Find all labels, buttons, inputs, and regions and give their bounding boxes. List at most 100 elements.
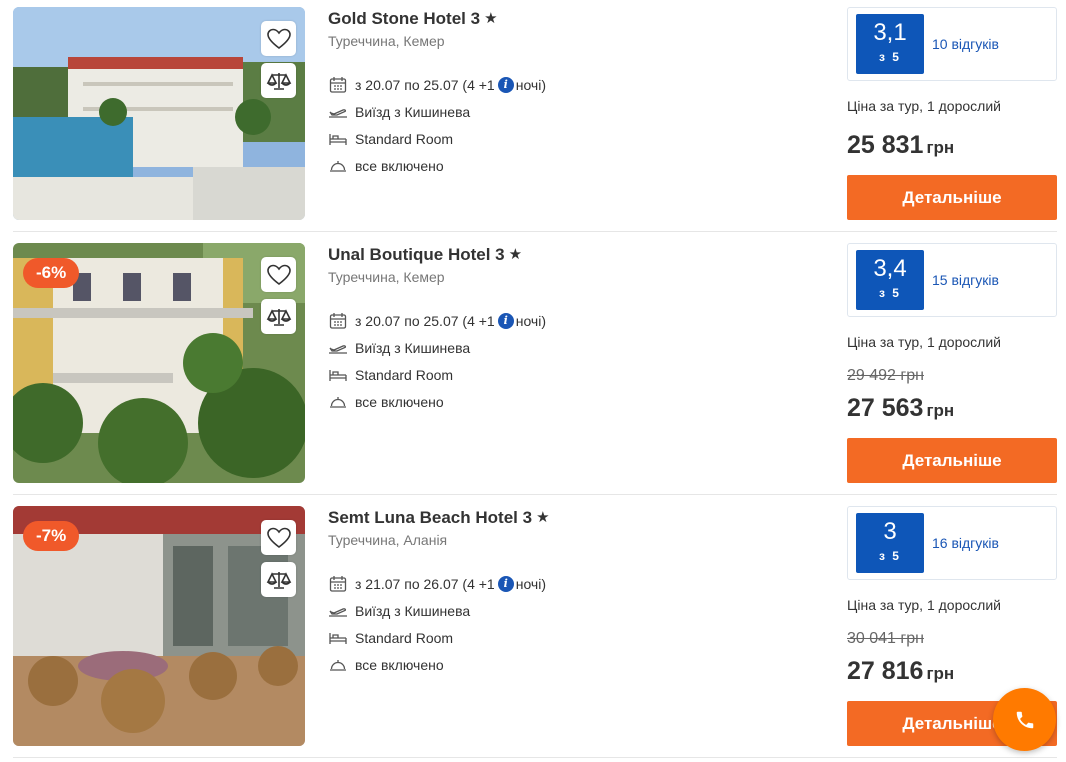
- dates-line: з 20.07 по 25.07 (4 +1 i ночі): [328, 307, 808, 334]
- price-currency: грн: [926, 401, 955, 420]
- meal-line: все включено: [328, 651, 808, 678]
- meal-line: все включено: [328, 152, 808, 179]
- calendar-icon: [328, 76, 348, 94]
- bed-icon: [328, 130, 348, 148]
- compare-button[interactable]: [261, 562, 296, 597]
- old-price: 30 041 грн: [847, 630, 924, 647]
- details-button[interactable]: Детальніше: [847, 175, 1057, 220]
- price: 25 831 грн: [847, 131, 954, 160]
- price-value: 27 816: [847, 657, 924, 685]
- dates-text: з 20.07 по 25.07 (4 +1: [355, 76, 495, 93]
- rating-value: 3: [883, 518, 897, 545]
- room-text: Standard Room: [355, 130, 454, 147]
- dates-line: з 20.07 по 25.07 (4 +1 i ночі): [328, 71, 808, 98]
- hotel-photo[interactable]: -6%: [13, 243, 305, 483]
- rating-value: 3,1: [873, 19, 907, 46]
- reviews-link[interactable]: 15 відгуків: [932, 272, 999, 288]
- departure-line: Виїзд з Кишинева: [328, 597, 808, 624]
- rating-scale: з 5: [879, 50, 901, 64]
- heart-icon: [266, 28, 291, 49]
- departure-line: Виїзд з Кишинева: [328, 98, 808, 125]
- room-line: Standard Room: [328, 125, 808, 152]
- room-text: Standard Room: [355, 629, 454, 646]
- favorite-button[interactable]: [261, 257, 296, 292]
- hotel-name[interactable]: Gold Stone Hotel 3: [328, 7, 480, 31]
- reviews-link[interactable]: 10 відгуків: [932, 36, 999, 52]
- heart-icon: [266, 264, 291, 285]
- departure-line: Виїзд з Кишинева: [328, 334, 808, 361]
- price-value: 27 563: [847, 394, 924, 422]
- heart-icon: [266, 527, 291, 548]
- rating-score: 3,4 з 5: [856, 250, 924, 310]
- bed-icon: [328, 366, 348, 384]
- price-currency: грн: [926, 664, 955, 683]
- departure-text: Виїзд з Кишинева: [355, 339, 471, 356]
- price-currency: грн: [926, 138, 955, 157]
- compare-scales-icon: [266, 72, 291, 90]
- rating-scale: з 5: [879, 549, 901, 563]
- rating-box[interactable]: 3,4 з 5 15 відгуків: [847, 243, 1057, 317]
- meal-text: все включено: [355, 157, 444, 174]
- calendar-icon: [328, 575, 348, 593]
- nights-text: ночі): [515, 76, 546, 93]
- star-icon: ★: [484, 10, 498, 27]
- price-value: 25 831: [847, 131, 924, 159]
- rating-value: 3,4: [873, 255, 907, 282]
- rating-scale: з 5: [879, 286, 901, 300]
- plane-icon: [328, 602, 348, 620]
- card-divider: [13, 494, 1057, 495]
- rating-score: 3,1 з 5: [856, 14, 924, 74]
- compare-scales-icon: [266, 308, 291, 326]
- rating-box[interactable]: 3,1 з 5 10 відгуків: [847, 7, 1057, 81]
- food-cloche-icon: [328, 393, 348, 411]
- hotel-photo[interactable]: -7%: [13, 506, 305, 746]
- dates-line: з 21.07 по 26.07 (4 +1 i ночі): [328, 570, 808, 597]
- phone-icon: [1016, 711, 1033, 728]
- bed-icon: [328, 629, 348, 647]
- info-icon[interactable]: i: [497, 575, 514, 592]
- details-button[interactable]: Детальніше: [847, 438, 1057, 483]
- hotel-location: Туреччина, Аланія: [328, 532, 448, 548]
- nights-text: ночі): [515, 312, 546, 329]
- old-price: 29 492 грн: [847, 367, 924, 384]
- nights-text: ночі): [515, 575, 546, 592]
- rating-box[interactable]: 3 з 5 16 відгуків: [847, 506, 1057, 580]
- call-button[interactable]: [993, 688, 1056, 751]
- meal-text: все включено: [355, 656, 444, 673]
- favorite-button[interactable]: [261, 520, 296, 555]
- plane-icon: [328, 103, 348, 121]
- reviews-link[interactable]: 16 відгуків: [932, 535, 999, 551]
- hotel-info: Unal Boutique Hotel 3 ★ Туреччина, Кемер…: [328, 243, 808, 415]
- favorite-button[interactable]: [261, 21, 296, 56]
- card-divider: [13, 231, 1057, 232]
- meal-line: все включено: [328, 388, 808, 415]
- hotel-info: Semt Luna Beach Hotel 3 ★ Туреччина, Ала…: [328, 506, 808, 678]
- rating-score: 3 з 5: [856, 513, 924, 573]
- hotel-card: -7% Semt Luna Beach Hotel 3 ★ Туреччина,…: [13, 506, 1057, 758]
- hotel-info: Gold Stone Hotel 3 ★ Туреччина, Кемер з …: [328, 7, 808, 179]
- compare-button[interactable]: [261, 63, 296, 98]
- info-icon[interactable]: i: [497, 76, 514, 93]
- price: 27 816 грн: [847, 657, 954, 686]
- star-icon: ★: [508, 246, 523, 263]
- price-label: Ціна за тур, 1 дорослий: [847, 334, 1001, 350]
- food-cloche-icon: [328, 157, 348, 175]
- compare-scales-icon: [266, 571, 291, 589]
- food-cloche-icon: [328, 656, 348, 674]
- hotel-name[interactable]: Unal Boutique Hotel 3: [328, 243, 505, 267]
- hotel-card: Gold Stone Hotel 3 ★ Туреччина, Кемер з …: [13, 7, 1057, 232]
- dates-text: з 20.07 по 25.07 (4 +1: [355, 312, 495, 329]
- departure-text: Виїзд з Кишинева: [355, 103, 471, 120]
- info-icon[interactable]: i: [497, 312, 514, 329]
- price: 27 563 грн: [847, 394, 954, 423]
- card-divider: [13, 757, 1057, 758]
- hotel-name[interactable]: Semt Luna Beach Hotel 3: [328, 506, 532, 530]
- dates-text: з 21.07 по 26.07 (4 +1: [355, 575, 495, 592]
- compare-button[interactable]: [261, 299, 296, 334]
- hotel-photo[interactable]: [13, 7, 305, 220]
- meal-text: все включено: [355, 393, 444, 410]
- hotel-location: Туреччина, Кемер: [328, 269, 445, 285]
- hotel-card: -6% Unal Boutique Hotel 3 ★ Туреччина, К…: [13, 243, 1057, 495]
- discount-badge: -6%: [23, 258, 80, 288]
- room-text: Standard Room: [355, 366, 454, 383]
